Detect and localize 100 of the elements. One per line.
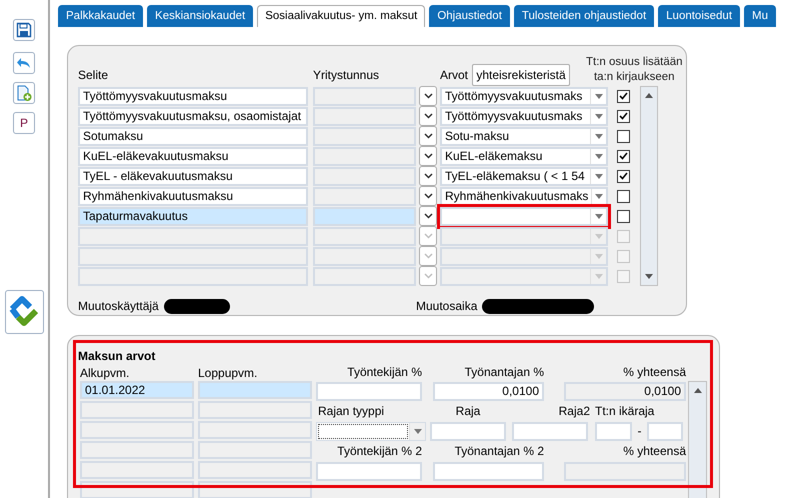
dropdown-button[interactable]: [419, 106, 437, 126]
tab[interactable]: Ohjaustiedot: [429, 5, 510, 27]
business-id-field[interactable]: [313, 226, 416, 246]
limit-field[interactable]: [512, 422, 588, 440]
limit-type-dropdown[interactable]: [316, 422, 426, 440]
field-label: Raja: [454, 403, 482, 420]
chevron-icon: [424, 133, 432, 139]
checkbox[interactable]: [617, 130, 630, 142]
checkbox[interactable]: [617, 110, 630, 122]
down-arrow-icon: [594, 174, 602, 178]
chevron-icon: [424, 233, 432, 239]
dropdown-button[interactable]: [419, 166, 437, 186]
down-arrow-icon: [594, 134, 602, 138]
up-arrow-icon: [645, 93, 653, 98]
p-button[interactable]: P: [13, 112, 35, 134]
business-id-field[interactable]: [313, 266, 416, 286]
field-label: Muutosaika: [416, 298, 478, 315]
tab[interactable]: Sosiaalivakuutus- ym. maksut: [257, 5, 426, 27]
percent-field[interactable]: [433, 462, 544, 480]
check-icon: [619, 92, 628, 100]
checkbox[interactable]: [617, 90, 630, 102]
percent-field[interactable]: [316, 382, 422, 400]
business-id-field[interactable]: [313, 126, 416, 146]
limit-field[interactable]: [430, 422, 506, 440]
description-field[interactable]: [78, 246, 308, 266]
description-field[interactable]: Ryhmähenkivakuutusmaksu: [78, 186, 308, 206]
value-dropdown[interactable]: [440, 226, 608, 246]
value-dropdown[interactable]: Ryhmähenkivakuutusmaks: [440, 186, 608, 206]
dropdown-button[interactable]: [419, 126, 437, 146]
date-field[interactable]: [80, 441, 194, 459]
date-field[interactable]: [198, 461, 312, 479]
separator-text: -: [636, 423, 642, 440]
undo-button[interactable]: [13, 52, 35, 74]
value-dropdown[interactable]: TyEL-eläkemaksu ( < 1 54: [440, 166, 608, 186]
date-field[interactable]: [198, 421, 312, 439]
value-dropdown[interactable]: Työttömyysvakuutusmaks: [440, 86, 608, 106]
value-dropdown[interactable]: Työttömyysvakuutusmaks: [440, 106, 608, 126]
field-label: Muutoskäyttäjä: [78, 298, 159, 315]
down-arrow-icon: [594, 234, 602, 238]
tab[interactable]: Tulosteiden ohjaustiedot: [514, 5, 654, 27]
checkbox[interactable]: [617, 190, 630, 202]
save-button[interactable]: [13, 19, 35, 41]
date-field[interactable]: [80, 401, 194, 419]
column-header: Yritystunnus: [313, 67, 380, 84]
scrollbar[interactable]: [640, 86, 658, 286]
column-header: Loppupvm.: [198, 365, 258, 381]
save-icon: [16, 22, 32, 38]
down-arrow-icon: [595, 194, 604, 198]
date-field[interactable]: [198, 381, 312, 399]
date-field[interactable]: 01.01.2022: [80, 381, 194, 399]
business-id-field[interactable]: [313, 246, 416, 266]
value-dropdown[interactable]: Sotu-maksu: [440, 126, 608, 146]
up-arrow-icon: [694, 388, 702, 393]
dropdown-button[interactable]: [419, 86, 437, 106]
checkbox[interactable]: [617, 150, 630, 162]
percent-field[interactable]: 0,0100: [433, 382, 544, 400]
new-document-button[interactable]: [13, 82, 35, 104]
value-dropdown[interactable]: KuEL-eläkemaksu: [440, 146, 608, 166]
field-label: Työntekijän %: [346, 364, 422, 381]
business-id-field[interactable]: [313, 186, 416, 206]
description-field[interactable]: Työttömyysvakuutusmaksu: [78, 86, 308, 106]
checkbox[interactable]: [617, 210, 630, 222]
tab[interactable]: Mu: [744, 5, 776, 27]
chevron-icon: [424, 213, 432, 219]
description-field[interactable]: Sotumaksu: [78, 126, 308, 146]
checkbox[interactable]: [617, 170, 630, 182]
section-title: Maksun arvot: [78, 348, 156, 365]
age-field[interactable]: [647, 422, 683, 440]
description-field[interactable]: KuEL-eläkevakuutusmaksu: [78, 146, 308, 166]
chevron-icon: [424, 113, 432, 119]
chevron-icon: [424, 93, 432, 99]
percent-field[interactable]: [316, 462, 422, 480]
registry-button[interactable]: yhteisrekisteristä: [472, 64, 570, 86]
check-icon: [619, 152, 628, 160]
down-arrow-icon: [594, 274, 602, 278]
tab[interactable]: Keskiansiokaudet: [147, 5, 254, 27]
field-label: Työntekijän % 2: [336, 443, 422, 460]
down-arrow-icon: [645, 274, 653, 279]
business-id-field[interactable]: [313, 106, 416, 126]
tab[interactable]: Palkkakaudet: [58, 5, 144, 27]
business-id-field[interactable]: [313, 146, 416, 166]
tab[interactable]: Luontoisedut: [658, 5, 740, 27]
date-field[interactable]: [80, 421, 194, 439]
business-id-field[interactable]: [313, 206, 416, 226]
description-field[interactable]: Tapaturmavakuutus: [78, 206, 308, 226]
description-field[interactable]: [78, 226, 308, 246]
dropdown-button[interactable]: [419, 186, 437, 206]
down-arrow-icon: [594, 114, 602, 118]
date-field[interactable]: [198, 441, 312, 459]
scrollbar[interactable]: [688, 381, 707, 498]
business-id-field[interactable]: [313, 166, 416, 186]
description-field[interactable]: Työttömyysvakuutusmaksu, osaomistajat: [78, 106, 308, 126]
description-field[interactable]: TyEL - eläkevakuutusmaksu: [78, 166, 308, 186]
date-field[interactable]: [80, 461, 194, 479]
dropdown-button[interactable]: [419, 146, 437, 166]
date-field[interactable]: [198, 401, 312, 419]
dropdown-button[interactable]: [419, 206, 437, 226]
business-id-field[interactable]: [313, 86, 416, 106]
age-field[interactable]: [595, 422, 632, 440]
description-field[interactable]: [78, 266, 308, 286]
